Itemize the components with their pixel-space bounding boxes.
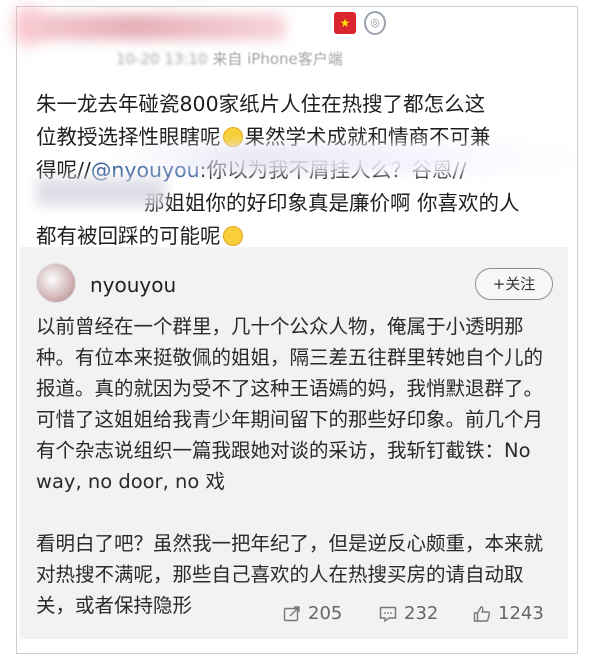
repost-icon — [283, 605, 300, 621]
quoted-username[interactable]: nyouyou — [90, 273, 176, 297]
post-line: 朱一龙去年碰瓷800家纸片人住在热搜了都怎么这 — [36, 92, 486, 116]
quoted-post-card[interactable]: nyouyou +关注 以前曾经在一个群里，几十个公众人物，俺属于小透明那种。有… — [20, 247, 568, 639]
comment-button[interactable]: 232 — [378, 603, 438, 624]
comment-count: 232 — [404, 603, 439, 624]
like-button[interactable]: 1243 — [472, 603, 544, 624]
medal-icon: ◎ — [364, 11, 386, 35]
avatar[interactable] — [36, 263, 76, 303]
repost-button[interactable]: 205 — [282, 603, 342, 624]
quoted-post-text: 以前曾经在一个群里，几十个公众人物，俺属于小透明那种。有位本来挺敬佩的姐姐，隔三… — [36, 311, 556, 621]
post-source: 来自 iPhone客户端 — [212, 50, 343, 68]
comment-icon — [379, 606, 397, 622]
flag-icon: ★ — [334, 12, 356, 34]
post-time: 10-20 13:10 — [116, 50, 208, 68]
like-count: 1243 — [498, 603, 544, 624]
quoted-paragraph: 以前曾经在一个群里，几十个公众人物，俺属于小透明那种。有位本来挺敬佩的姐姐，隔三… — [36, 315, 544, 493]
blurred-username[interactable] — [36, 14, 286, 40]
blurred-region — [36, 178, 166, 206]
repost-count: 205 — [308, 603, 343, 624]
follow-button[interactable]: +关注 — [475, 268, 553, 300]
post-meta: 10-20 13:10 来自 iPhone客户端 — [116, 48, 343, 69]
blurred-region — [110, 144, 580, 174]
like-icon — [473, 605, 491, 622]
emoji-icon — [222, 226, 243, 246]
